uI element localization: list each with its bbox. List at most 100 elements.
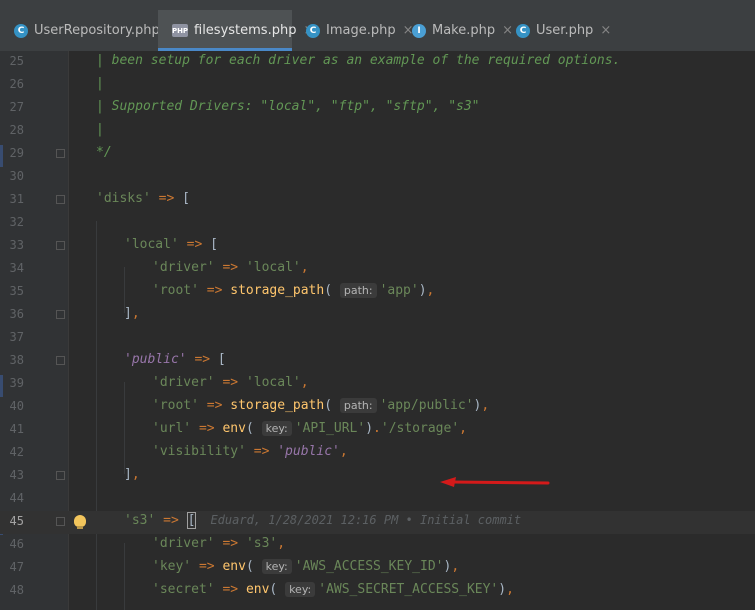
code-line: 29 */: [0, 143, 755, 166]
line-number: 38: [9, 353, 24, 367]
tab-label: filesystems.php: [194, 23, 297, 38]
line-number: 45: [9, 514, 24, 528]
code-line: 46 'driver' => 's3',: [0, 534, 755, 557]
code-text: 'secret' => env( key: 'AWS_SECRET_ACCESS_…: [152, 582, 514, 597]
code-line: 40 'root' => storage_path( path:'app/pub…: [0, 396, 755, 419]
code-text: 's3' => [Eduard, 1/28/2021 12:16 PM • In…: [124, 512, 522, 529]
lightbulb-icon[interactable]: [74, 515, 86, 529]
tab-user[interactable]: C User.php ×: [502, 10, 611, 51]
code-line: 27 | Supported Drivers: "local", "ftp", …: [0, 97, 755, 120]
code-line: 41 'url' => env( key: 'API_URL').'/storag…: [0, 419, 755, 442]
code-line: 36 ],: [0, 304, 755, 327]
code-text: 'driver' => 's3',: [152, 536, 286, 551]
code-line-current: 45 's3' => [Eduard, 1/28/2021 12:16 PM •…: [0, 511, 755, 534]
code-line: 37: [0, 327, 755, 350]
parameter-hint: path:: [339, 283, 377, 298]
code-text: 'local' => [: [124, 237, 218, 252]
line-number: 37: [9, 330, 24, 344]
code-line: 47 'key' => env( key: 'AWS_ACCESS_KEY_ID'…: [0, 557, 755, 580]
code-line: 30: [0, 166, 755, 189]
fold-marker[interactable]: [56, 241, 65, 250]
line-number: 34: [9, 261, 24, 275]
class-icon: C: [306, 23, 320, 38]
line-number: 41: [9, 422, 24, 436]
line-number: 40: [9, 399, 24, 413]
code-text: | Supported Drivers: "local", "ftp", "sf…: [96, 99, 480, 114]
code-line: 31 'disks' => [: [0, 189, 755, 212]
fold-marker[interactable]: [56, 195, 65, 204]
code-line: 33 'local' => [: [0, 235, 755, 258]
tab-label: Image.php: [326, 23, 396, 38]
code-text: */: [96, 145, 112, 160]
code-text: 'root' => storage_path( path:'app'),: [152, 283, 435, 298]
fold-marker[interactable]: [56, 471, 65, 480]
line-number: 25: [9, 54, 24, 68]
code-line: 39 'driver' => 'local',: [0, 373, 755, 396]
code-line: 28 |: [0, 120, 755, 143]
line-number: 27: [9, 100, 24, 114]
line-number: 31: [9, 192, 24, 206]
code-line: 43 ],: [0, 465, 755, 488]
line-number: 30: [9, 169, 24, 183]
code-line: 44: [0, 488, 755, 511]
parameter-hint: path:: [339, 398, 377, 413]
line-number: 36: [9, 307, 24, 321]
tab-filesystems[interactable]: PHP filesystems.php ×: [158, 10, 314, 51]
line-number: 28: [9, 123, 24, 137]
fold-marker[interactable]: [56, 149, 65, 158]
line-number: 48: [9, 583, 24, 597]
code-line: 35 'root' => storage_path( path:'app'),: [0, 281, 755, 304]
code-text: 'disks' => [: [96, 191, 190, 206]
code-line: 42 'visibility' => 'public',: [0, 442, 755, 465]
tab-label: UserRepository.php: [34, 23, 160, 38]
code-editor[interactable]: 25 | been setup for each driver as an ex…: [0, 51, 755, 610]
code-text: |: [96, 76, 104, 91]
code-line: 25 | been setup for each driver as an ex…: [0, 51, 755, 74]
line-number: 43: [9, 468, 24, 482]
code-text: 'driver' => 'local',: [152, 260, 309, 275]
code-line: 48 'secret' => env( key: 'AWS_SECRET_ACCE…: [0, 580, 755, 603]
git-blame-annotation: Eduard, 1/28/2021 12:16 PM • Initial com…: [210, 513, 522, 527]
code-text: 'url' => env( key: 'API_URL').'/storage',: [152, 421, 467, 436]
line-number: 35: [9, 284, 24, 298]
parameter-hint: key:: [261, 559, 292, 574]
code-text: | been setup for each driver as an examp…: [96, 53, 621, 68]
red-arrow-annotation: [440, 477, 550, 487]
tab-make[interactable]: I Make.php ×: [398, 10, 513, 51]
code-text: 'visibility' => 'public',: [152, 444, 348, 459]
code-line: 34 'driver' => 'local',: [0, 258, 755, 281]
tab-label: User.php: [536, 23, 594, 38]
parameter-hint: key:: [261, 421, 292, 436]
code-line: 32: [0, 212, 755, 235]
tab-label: Make.php: [432, 23, 496, 38]
code-text: 'driver' => 'local',: [152, 375, 309, 390]
line-number: 44: [9, 491, 24, 505]
parameter-hint: key:: [285, 582, 316, 597]
fold-marker[interactable]: [56, 517, 65, 526]
fold-marker[interactable]: [56, 310, 65, 319]
line-number: 33: [9, 238, 24, 252]
line-number: 32: [9, 215, 24, 229]
class-icon: C: [14, 23, 28, 38]
code-text: 'root' => storage_path( path:'app/public…: [152, 398, 490, 413]
tab-image[interactable]: C Image.php ×: [292, 10, 414, 51]
php-file-icon: PHP: [172, 24, 188, 37]
class-icon: C: [516, 23, 530, 38]
editor-tab-bar: C UserRepository.php × PHP filesystems.p…: [0, 0, 755, 52]
tab-userrepository[interactable]: C UserRepository.php ×: [0, 10, 178, 51]
close-icon[interactable]: ×: [600, 23, 611, 38]
line-number: 47: [9, 560, 24, 574]
line-number: 29: [9, 146, 24, 160]
code-line: 38 'public' => [: [0, 350, 755, 373]
line-number: 46: [9, 537, 24, 551]
code-text: ],: [124, 467, 140, 482]
line-number: 42: [9, 445, 24, 459]
code-line: 26 |: [0, 74, 755, 97]
interface-icon: I: [412, 23, 426, 38]
code-text: ],: [124, 306, 140, 321]
code-text: 'public' => [: [124, 352, 226, 367]
fold-marker[interactable]: [56, 356, 65, 365]
code-text: |: [96, 122, 104, 137]
line-number: 26: [9, 77, 24, 91]
code-text: 'key' => env( key: 'AWS_ACCESS_KEY_ID'),: [152, 559, 460, 574]
